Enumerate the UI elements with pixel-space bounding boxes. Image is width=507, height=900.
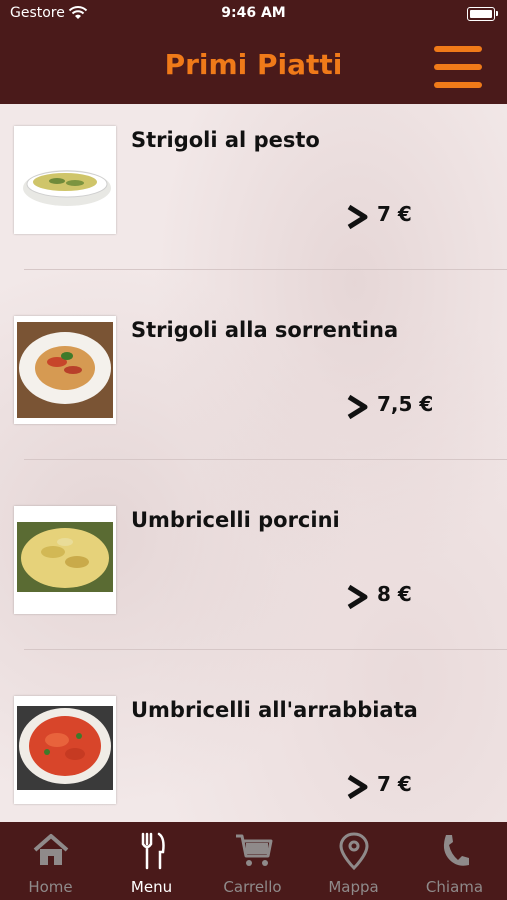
tab-menu[interactable]: Menu	[101, 822, 202, 900]
divider	[24, 649, 507, 650]
item-name: Strigoli alla sorrentina	[131, 318, 399, 342]
item-name: Umbricelli porcini	[131, 508, 340, 532]
status-time: 9:46 AM	[221, 5, 286, 21]
divider	[24, 269, 507, 270]
tab-label: Carrello	[223, 878, 282, 896]
hamburger-menu-icon[interactable]	[434, 46, 482, 88]
tab-home[interactable]: Home	[0, 822, 101, 900]
tab-label: Chiama	[425, 878, 484, 896]
item-price: 8 €	[377, 582, 412, 606]
list-item[interactable]: Umbricelli all'arrabbiata 7 €	[0, 674, 507, 822]
chevron-right-icon	[347, 204, 368, 230]
item-price: 7,5 €	[377, 392, 434, 416]
map-pin-icon	[339, 832, 369, 870]
chevron-right-icon	[347, 394, 368, 420]
list-item[interactable]: Strigoli alla sorrentina 7,5 €	[0, 294, 507, 484]
divider	[24, 459, 507, 460]
cart-icon	[236, 834, 273, 866]
item-name: Strigoli al pesto	[131, 128, 320, 152]
status-bar: Gestore 9:46 AM	[0, 0, 507, 28]
home-icon	[33, 834, 69, 865]
tab-bar: Home Menu Carrello Mappa Chiama	[0, 822, 507, 900]
list-item[interactable]: Umbricelli porcini 8 €	[0, 484, 507, 674]
dish-photo	[14, 316, 116, 424]
dish-photo	[14, 506, 116, 614]
chevron-right-icon	[347, 774, 368, 800]
item-price: 7 €	[377, 772, 412, 796]
tab-label: Menu	[130, 878, 173, 896]
tab-label: Mappa	[328, 878, 379, 896]
header-bar: Primi Piatti	[0, 28, 507, 104]
page-title: Primi Piatti	[164, 48, 343, 81]
tab-map[interactable]: Mappa	[303, 822, 404, 900]
list-item[interactable]: Strigoli al pesto 7 €	[0, 104, 507, 294]
battery-icon	[467, 7, 498, 21]
tab-call[interactable]: Chiama	[404, 822, 505, 900]
menu-list[interactable]: Strigoli al pesto 7 € Strigoli alla sorr…	[0, 104, 507, 822]
dish-photo	[14, 126, 116, 234]
item-name: Umbricelli all'arrabbiata	[131, 698, 418, 722]
tab-cart[interactable]: Carrello	[202, 822, 303, 900]
item-price: 7 €	[377, 202, 412, 226]
chevron-right-icon	[347, 584, 368, 610]
phone-icon	[443, 835, 469, 866]
dish-photo	[14, 696, 116, 804]
tab-label: Home	[28, 878, 73, 896]
fork-knife-icon	[141, 832, 165, 870]
